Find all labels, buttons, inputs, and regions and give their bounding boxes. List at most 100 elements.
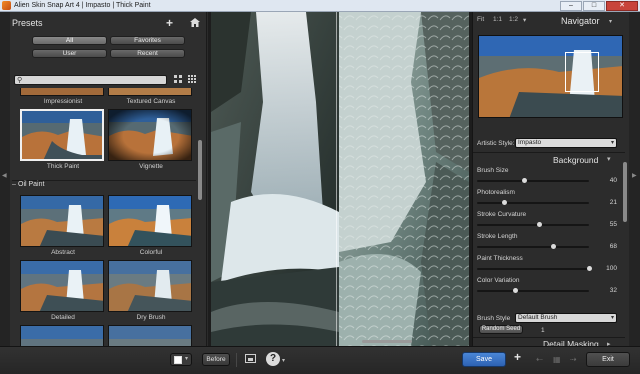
random-seed-value: 1 xyxy=(541,327,545,334)
param-label: Stroke Length xyxy=(477,233,518,240)
preset-detailed[interactable]: Detailed xyxy=(20,260,106,321)
small-grid-view-icon[interactable] xyxy=(188,75,197,84)
preset-abstract[interactable]: Abstract xyxy=(20,195,106,256)
preset-thumbnail xyxy=(20,195,104,247)
search-input[interactable]: ⚲ xyxy=(14,75,167,85)
preset-label: Colorful xyxy=(139,249,163,256)
param-slider[interactable] xyxy=(477,244,589,249)
brush-style-select[interactable]: Default Brush ▾ xyxy=(515,313,617,323)
before-button[interactable]: Before xyxy=(202,353,230,366)
chevron-down-icon: ▾ xyxy=(610,140,614,146)
collapse-right-icon: ▶ xyxy=(632,173,637,179)
search-icon: ⚲ xyxy=(17,77,23,84)
param-slider[interactable] xyxy=(477,178,589,183)
detail-masking-section-header[interactable]: Detail Masking ▸ xyxy=(473,337,625,349)
image-icon[interactable] xyxy=(245,354,256,363)
param-slider[interactable] xyxy=(477,266,592,271)
artistic-style-label: Artistic Style: xyxy=(477,140,515,147)
minimize-button[interactable]: – xyxy=(560,1,582,11)
artistic-style-select[interactable]: Impasto ▾ xyxy=(515,138,617,148)
random-seed-button[interactable]: Random Seed xyxy=(479,325,523,334)
param-value: 21 xyxy=(609,199,617,206)
slider-handle[interactable] xyxy=(587,266,592,271)
param-stroke-curvature: Stroke Curvature 55 xyxy=(477,211,619,233)
preset-dry-brush[interactable]: Dry Brush xyxy=(108,260,194,321)
slider-handle[interactable] xyxy=(536,222,542,227)
window-title: Alien Skin Snap Art 4 | Impasto | Thick … xyxy=(14,2,151,9)
exit-button[interactable]: Exit xyxy=(586,352,630,367)
view-mode-button[interactable]: ▾ xyxy=(170,353,192,366)
param-slider[interactable] xyxy=(477,200,589,205)
slider-handle[interactable] xyxy=(551,244,557,249)
oil-paint-section-header[interactable]: – Oil Paint xyxy=(12,180,196,190)
param-value: 55 xyxy=(609,221,617,228)
navigator-thumbnail[interactable] xyxy=(478,35,623,118)
preset-thumbnail xyxy=(20,88,104,96)
left-panel-collapse-handle[interactable]: ◀ xyxy=(0,12,10,346)
preview-horizontal-scrollbar[interactable] xyxy=(362,340,412,343)
preset-label: Textured Canvas xyxy=(126,98,176,105)
zoom-fit-button[interactable]: Fit xyxy=(477,16,484,23)
save-button[interactable]: Save xyxy=(462,352,506,367)
slider-handle[interactable] xyxy=(522,178,528,183)
preset-impressionist[interactable]: Impressionist xyxy=(20,88,106,105)
presets-panel: Presets + All Favorites User Recent ⚲ Im… xyxy=(0,12,207,358)
param-label: Paint Thickness xyxy=(477,255,523,262)
param-value: 40 xyxy=(609,177,617,184)
preset-vignette[interactable]: Vignette xyxy=(108,109,194,170)
filter-user-button[interactable]: User xyxy=(32,49,107,58)
filter-favorites-button[interactable]: Favorites xyxy=(110,36,185,45)
preset-label: Abstract xyxy=(51,249,75,256)
title-bar: Alien Skin Snap Art 4 | Impasto | Thick … xyxy=(0,0,640,12)
chevron-down-icon: ▾ xyxy=(610,315,614,321)
right-panel-collapse-handle[interactable]: ▶ xyxy=(629,12,640,346)
preset-label: Thick Paint xyxy=(46,163,80,170)
background-section-header[interactable]: Background ▾ xyxy=(473,152,625,165)
slider-handle[interactable] xyxy=(513,288,519,293)
param-color-variation: Color Variation 32 xyxy=(477,277,619,299)
preset-thumbnails: Impressionist Textured Canvas Thick Pain… xyxy=(12,88,196,358)
settings-scrollbar[interactable] xyxy=(623,162,627,222)
zoom-1-1-button[interactable]: 1:1 xyxy=(493,16,502,23)
help-button[interactable]: ? xyxy=(266,352,280,366)
slider-handle[interactable] xyxy=(501,200,507,205)
maximize-button[interactable]: □ xyxy=(583,1,605,11)
param-label: Brush Size xyxy=(477,167,509,174)
window-controls: – □ ✕ xyxy=(560,1,638,11)
grid-view-icon[interactable] xyxy=(174,75,183,84)
toolbar-divider xyxy=(236,353,237,367)
param-paint-thickness: Paint Thickness 100 xyxy=(477,255,619,277)
zoom-1-2-button[interactable]: 1:2 xyxy=(509,16,518,23)
add-icon[interactable]: + xyxy=(514,350,521,364)
zoom-dropdown-icon[interactable]: ▾ xyxy=(523,16,526,24)
brush-style-label: Brush Style xyxy=(477,315,511,322)
presets-header: Presets + xyxy=(12,16,202,30)
param-label: Photorealism xyxy=(477,189,515,196)
param-photorealism: Photorealism 21 xyxy=(477,189,619,211)
grid-icon[interactable]: ▦ xyxy=(553,355,561,364)
chevron-down-icon[interactable]: ▾ xyxy=(282,357,285,364)
add-preset-button[interactable]: + xyxy=(166,16,173,30)
preset-label: Impressionist xyxy=(43,98,83,105)
param-brush-size: Brush Size 40 xyxy=(477,167,619,189)
preset-thick-paint[interactable]: Thick Paint xyxy=(20,109,106,170)
filter-all-button[interactable]: All xyxy=(32,36,107,45)
before-after-divider[interactable] xyxy=(336,12,337,346)
preset-colorful[interactable]: Colorful xyxy=(108,195,194,256)
preset-label: Dry Brush xyxy=(136,314,166,321)
arrow-right-icon[interactable]: ⇢ xyxy=(570,355,577,364)
filter-recent-button[interactable]: Recent xyxy=(110,49,185,58)
image-preview[interactable] xyxy=(208,12,472,346)
home-icon[interactable] xyxy=(190,18,200,27)
arrow-left-icon[interactable]: ⇠ xyxy=(536,355,543,364)
navigator-menu-icon[interactable]: ▾ xyxy=(609,18,612,25)
close-button[interactable]: ✕ xyxy=(606,1,638,11)
param-slider[interactable] xyxy=(477,288,589,293)
preset-thumbnail xyxy=(108,109,192,161)
navigator-viewport-box[interactable] xyxy=(565,52,599,92)
preset-textured-canvas[interactable]: Textured Canvas xyxy=(108,88,194,105)
preset-thumbnail xyxy=(108,195,192,247)
presets-scrollbar[interactable] xyxy=(198,140,202,200)
param-label: Color Variation xyxy=(477,277,520,284)
param-slider[interactable] xyxy=(477,222,589,227)
